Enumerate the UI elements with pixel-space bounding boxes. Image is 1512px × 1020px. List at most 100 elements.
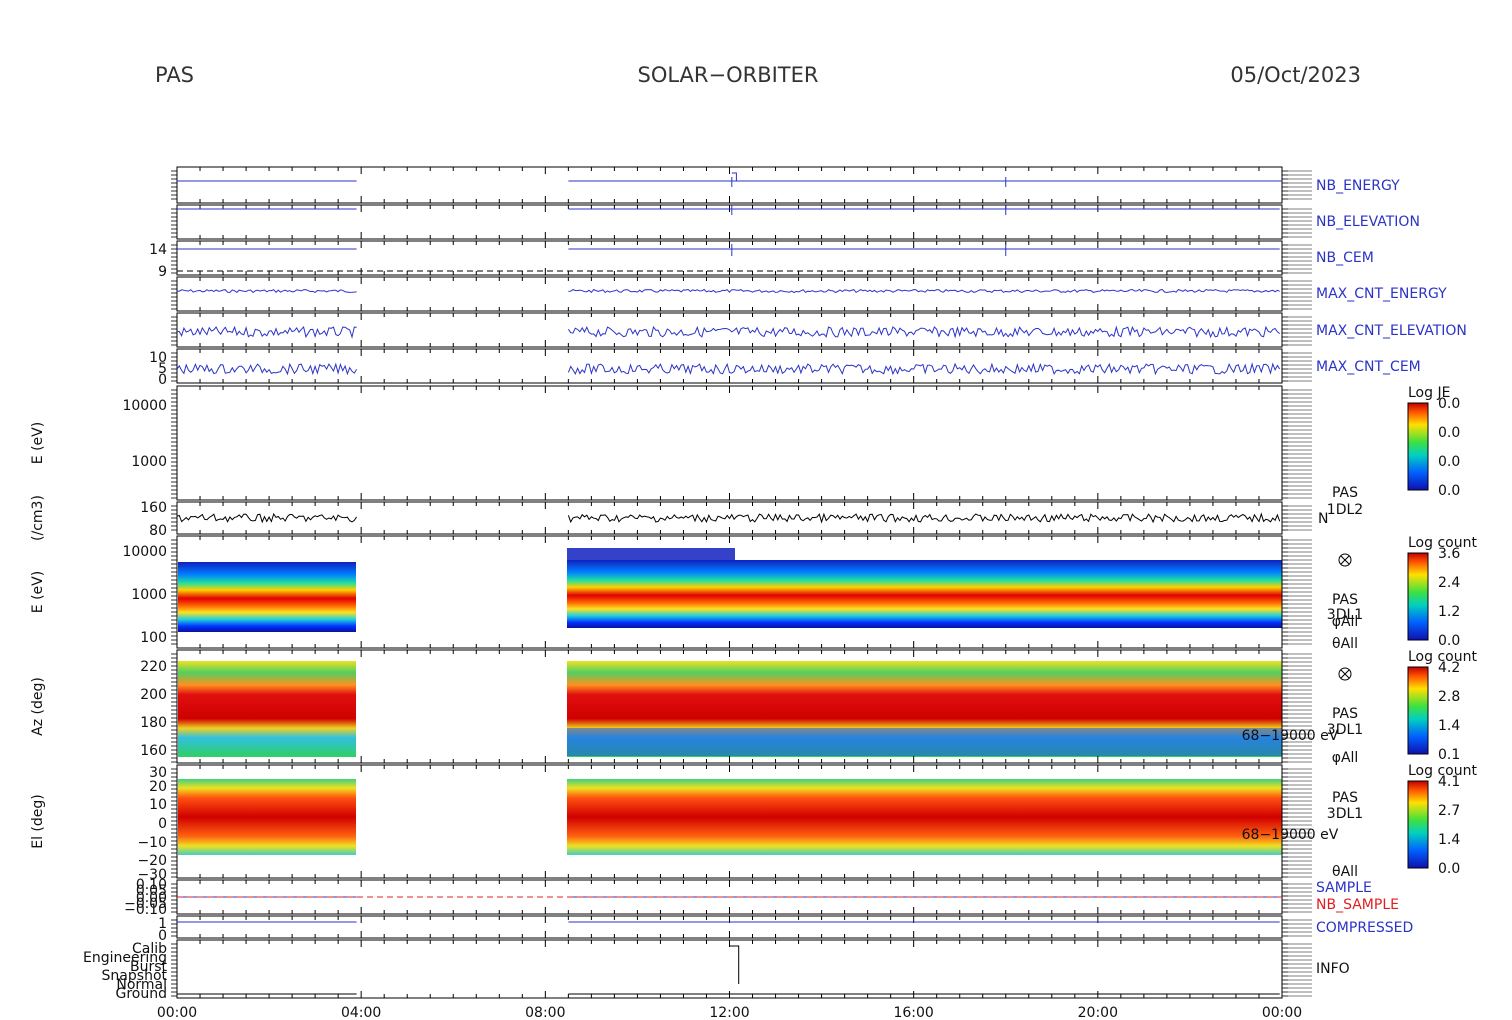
panel-frame: [176, 385, 1283, 501]
y-tick-label: 10: [149, 797, 167, 813]
colorbar: [1407, 780, 1429, 869]
info-step: [729, 945, 740, 984]
colorbar-tick-label: 0.0: [1438, 633, 1460, 649]
y-tick-label: 160: [140, 500, 167, 516]
panel-side-text: 3DL1: [1327, 806, 1363, 822]
panel-side-text: PAS: [1332, 706, 1358, 722]
x-tick-label: 00:00: [1262, 1005, 1302, 1020]
y-tick-label: 9: [158, 264, 167, 280]
heatmap-e-3dl1: [178, 548, 1282, 632]
x-tick-label: 08:00: [525, 1005, 565, 1020]
panel-sample: 0.100.050.00−0.05−0.10SAMPLENB_SAMPLE: [124, 877, 1399, 918]
y-axis-label: E (eV): [30, 422, 46, 464]
y-tick-label: 0: [158, 372, 167, 388]
y-tick-label: 0: [158, 816, 167, 832]
colorbar-tick-label: 0.0: [1438, 425, 1460, 441]
series-name-label: N: [1318, 511, 1328, 527]
y-tick-label: 80: [149, 523, 167, 539]
y-tick-label: 20: [149, 779, 167, 795]
series-name-label: SAMPLE: [1316, 880, 1372, 896]
x-tick-label: 16:00: [893, 1005, 933, 1020]
x-tick-label: 04:00: [341, 1005, 381, 1020]
colorbar-tick-label: 0.0: [1438, 861, 1460, 877]
pas-summary-plot: PAS SOLAR−ORBITER 05/Oct/2023 NB_ENERGY N…: [30, 63, 1477, 1020]
colorbar-tick-label: 0.0: [1438, 483, 1460, 499]
colorbar: [1407, 666, 1429, 755]
heatmap-el-3dl1: [178, 779, 1282, 855]
series-trace: [567, 325, 1281, 339]
colorbar-tick-label: 2.7: [1438, 803, 1460, 819]
x-tick-label: 00:00: [157, 1005, 197, 1020]
colorbar-tick-label: 2.4: [1438, 575, 1460, 591]
colorbar-tick-label: 0.1: [1438, 747, 1460, 763]
y-axis-label: E (eV): [30, 571, 46, 613]
y-tick-label: 14: [149, 242, 167, 258]
panel-max-cnt-cem: 1050MAX_CNT_CEM: [149, 348, 1421, 388]
series-trace: [568, 288, 1280, 294]
series-trace: [567, 362, 1281, 376]
series-trace: [176, 362, 358, 376]
y-tick-label: −10: [137, 835, 167, 851]
series-trace: [567, 512, 1281, 524]
colorbar: [1407, 552, 1429, 641]
colorbar-tick-label: 3.6: [1438, 546, 1460, 562]
series-name-label: NB_SAMPLE: [1316, 897, 1399, 913]
nb-energy-step: [731, 172, 1282, 182]
series-trace: [176, 289, 357, 294]
panel-frame: [176, 939, 1283, 999]
panel-side-text: PAS: [1332, 485, 1358, 501]
panel-side-text: PAS: [1332, 790, 1358, 806]
y-axis-label: (/cm3): [30, 495, 46, 541]
panel-nb-cem: 14 9 NB_CEM: [149, 240, 1374, 280]
series-name-label: INFO: [1316, 961, 1350, 977]
y-tick-label: 180: [140, 715, 167, 731]
panel-max-cnt-elevation: MAX_CNT_ELEVATION: [171, 312, 1467, 348]
panel-info: CalibEngineeringBurstSnapshotNormalGroun…: [83, 939, 1350, 1002]
direction-marker-icon: [1340, 669, 1350, 679]
y-tick-label: 10000: [122, 544, 167, 560]
y-tick-label: 220: [140, 659, 167, 675]
colorbar-tick-label: 0.0: [1438, 454, 1460, 470]
series-name-label: COMPRESSED: [1316, 920, 1413, 936]
instrument-title: PAS: [155, 63, 194, 87]
panel-e-1dl2: 100001000E (eV)Log JE0.00.00.00.0: [30, 385, 1460, 501]
y-tick-label: 1000: [131, 587, 167, 603]
series-name-label: MAX_CNT_CEM: [1316, 359, 1421, 375]
series-name-label: NB_ENERGY: [1316, 178, 1400, 194]
colorbar-tick-label: 0.0: [1438, 396, 1460, 412]
panel-side-text: φAll: [1332, 614, 1359, 630]
panel-nb-energy: NB_ENERGY: [171, 166, 1400, 204]
x-tick-label: 20:00: [1078, 1005, 1118, 1020]
y-axis-label: Az (deg): [30, 677, 46, 736]
panel-max-cnt-energy: MAX_CNT_ENERGY: [171, 276, 1447, 312]
y-tick-label: Ground: [116, 986, 168, 1002]
series-name-label: NB_CEM: [1316, 250, 1374, 266]
heatmap-az-3dl1: [178, 661, 1282, 757]
panel-side-text: 68−19000 eV: [1242, 827, 1339, 843]
direction-marker-icon: [1340, 555, 1350, 565]
panel-side-text: θAll: [1332, 864, 1358, 880]
colorbar: [1407, 402, 1429, 491]
series-name-label: MAX_CNT_ELEVATION: [1316, 323, 1467, 339]
y-axis-label: El (deg): [30, 794, 46, 849]
panel-side-text: PAS: [1332, 592, 1358, 608]
panel-side-text: θAll: [1332, 636, 1358, 652]
series-trace: [176, 325, 357, 339]
panel-side-text: 1DL2: [1327, 502, 1363, 518]
y-tick-label: 200: [140, 687, 167, 703]
y-tick-label: 160: [140, 743, 167, 759]
mission-title: SOLAR−ORBITER: [637, 63, 818, 87]
series-name-label: NB_ELEVATION: [1316, 214, 1420, 230]
colorbar-tick-label: 4.1: [1438, 774, 1460, 790]
colorbar-tick-label: 1.4: [1438, 718, 1460, 734]
y-tick-label: 100: [140, 630, 167, 646]
series-name-label: MAX_CNT_ENERGY: [1316, 286, 1447, 302]
panel-nb-elevation: NB_ELEVATION: [171, 204, 1420, 240]
y-tick-label: 10000: [122, 398, 167, 414]
panel-n: 160 80 (/cm3) PAS1DL2N: [30, 485, 1363, 541]
x-tick-label: 12:00: [709, 1005, 749, 1020]
y-tick-label: 1000: [131, 454, 167, 470]
series-trace: [176, 512, 358, 524]
colorbar-tick-label: 1.4: [1438, 832, 1460, 848]
colorbar-tick-label: 2.8: [1438, 689, 1460, 705]
